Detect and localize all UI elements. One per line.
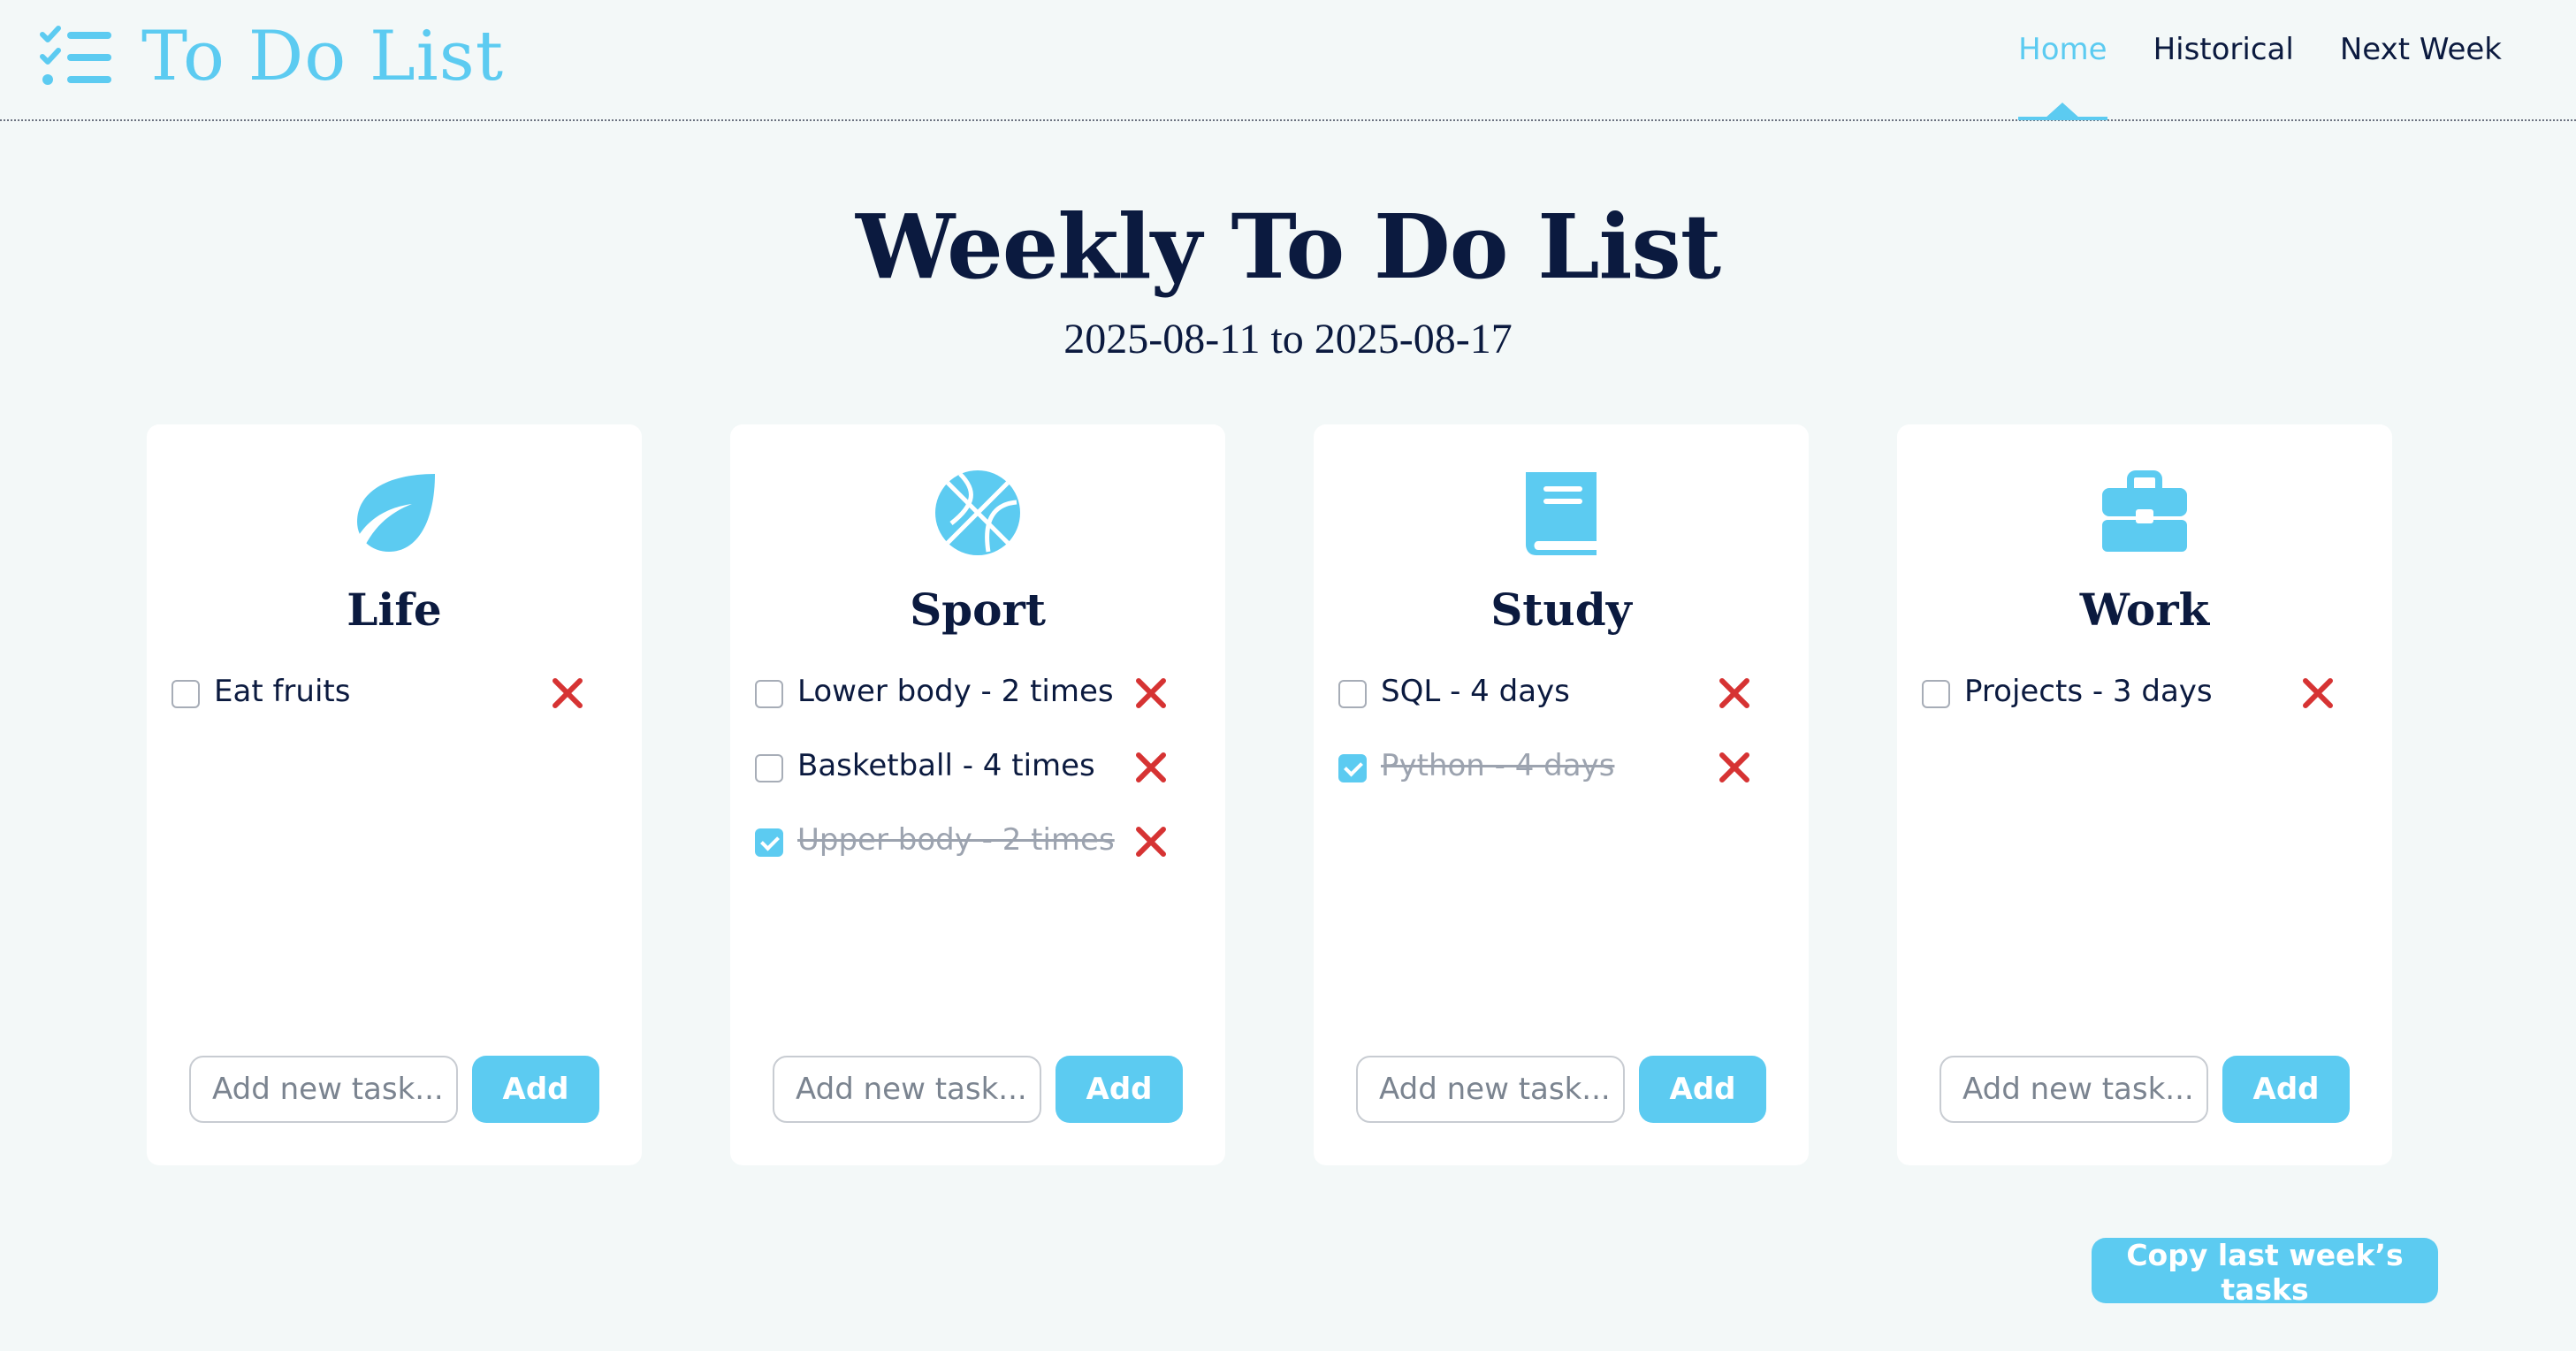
- new-task-input[interactable]: [1940, 1056, 2208, 1123]
- category-title: Life: [347, 584, 442, 636]
- checklist-icon: [40, 26, 111, 85]
- task-item: Eat fruits: [171, 667, 614, 720]
- task-checkbox[interactable]: [755, 680, 783, 708]
- task-item: Upper body - 2 times: [755, 815, 1197, 868]
- task-checkbox-checked[interactable]: [755, 828, 783, 857]
- category-card-work: Work Projects - 3 days Add: [1897, 424, 2392, 1165]
- category-title: Work: [2079, 584, 2210, 636]
- app-title: To Do List: [141, 17, 505, 96]
- basketball-icon: [935, 470, 1020, 555]
- task-text-done: Python - 4 days: [1381, 748, 1615, 783]
- task-item: Basketball - 4 times: [755, 741, 1197, 794]
- delete-icon[interactable]: [548, 674, 587, 713]
- new-task-input[interactable]: [189, 1056, 458, 1123]
- delete-icon[interactable]: [2298, 674, 2337, 713]
- leaf-icon: [350, 474, 435, 555]
- new-task-input[interactable]: [773, 1056, 1041, 1123]
- task-text: Eat fruits: [214, 674, 351, 709]
- page-title: Weekly To Do List: [855, 195, 1721, 299]
- task-checkbox[interactable]: [755, 754, 783, 782]
- task-checkbox[interactable]: [1922, 680, 1950, 708]
- add-task-button[interactable]: Add: [1056, 1056, 1183, 1123]
- briefcase-icon: [2102, 470, 2187, 552]
- task-checkbox[interactable]: [1338, 680, 1367, 708]
- delete-icon[interactable]: [1132, 674, 1170, 713]
- delete-icon[interactable]: [1132, 748, 1170, 787]
- task-checkbox-checked[interactable]: [1338, 754, 1367, 782]
- task-checkbox[interactable]: [171, 680, 200, 708]
- date-range: 2025-08-11 to 2025-08-17: [1063, 316, 1513, 363]
- task-text-done: Upper body - 2 times: [797, 822, 1115, 858]
- book-icon: [1526, 472, 1597, 555]
- add-task-button[interactable]: Add: [472, 1056, 599, 1123]
- nav-next-week[interactable]: Next Week: [2340, 32, 2502, 67]
- new-task-input[interactable]: [1356, 1056, 1625, 1123]
- main-nav: Home Historical Next Week: [1972, 32, 2502, 120]
- task-text: Projects - 3 days: [1964, 674, 2213, 709]
- category-card-life: Life Eat fruits Add: [147, 424, 642, 1165]
- category-card-sport: Sport Lower body - 2 times Basketball - …: [730, 424, 1225, 1165]
- add-task-button[interactable]: Add: [1639, 1056, 1766, 1123]
- delete-icon[interactable]: [1715, 748, 1754, 787]
- task-text: Lower body - 2 times: [797, 674, 1114, 709]
- nav-historical[interactable]: Historical: [2153, 32, 2294, 67]
- delete-icon[interactable]: [1132, 822, 1170, 861]
- category-title: Sport: [910, 584, 1046, 636]
- task-text: Basketball - 4 times: [797, 748, 1095, 783]
- task-item: Projects - 3 days: [1922, 667, 2364, 720]
- app-header: To Do List Home Historical Next Week: [0, 0, 2576, 121]
- task-item: Python - 4 days: [1338, 741, 1780, 794]
- add-task-button[interactable]: Add: [2222, 1056, 2350, 1123]
- nav-home[interactable]: Home: [2018, 32, 2107, 120]
- category-card-study: Study SQL - 4 days Python - 4 days Add: [1314, 424, 1809, 1165]
- delete-icon[interactable]: [1715, 674, 1754, 713]
- brand[interactable]: To Do List: [39, 12, 504, 101]
- task-text: SQL - 4 days: [1381, 674, 1570, 709]
- category-title: Study: [1490, 584, 1632, 636]
- task-item: Lower body - 2 times: [755, 667, 1197, 720]
- task-item: SQL - 4 days: [1338, 667, 1780, 720]
- copy-last-week-button[interactable]: Copy last week’s tasks: [2092, 1238, 2438, 1307]
